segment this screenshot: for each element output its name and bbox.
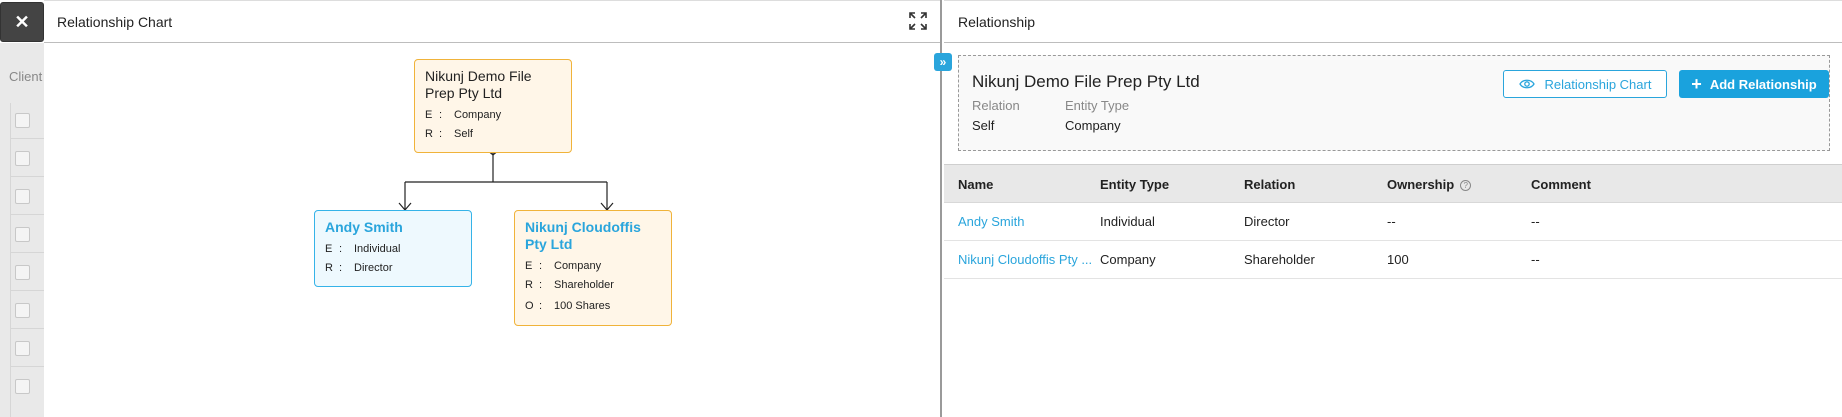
- cell-name[interactable]: Andy Smith: [958, 214, 1024, 229]
- cell-comment: --: [1531, 252, 1540, 267]
- node-row-entity: E: Individual: [325, 243, 401, 255]
- row-checkbox[interactable]: [15, 189, 30, 204]
- plus-icon: +: [1691, 74, 1702, 94]
- relationship-chart-panel: Relationship Chart Nikunj Demo File Prep…: [44, 0, 942, 417]
- relationship-panel: Relationship Nikunj Demo File Prep Pty L…: [944, 0, 1842, 417]
- node-name[interactable]: Nikunj Cloudoffis Pty Ltd: [525, 219, 661, 253]
- node-row-entity: E: Company: [525, 260, 602, 272]
- node-row-relation: R: Shareholder: [525, 279, 614, 291]
- row-checkbox[interactable]: [15, 341, 30, 356]
- entity-type-value: Company: [1065, 118, 1121, 133]
- cell-comment: --: [1531, 214, 1540, 229]
- node-row-entity: E: Company: [425, 109, 502, 121]
- relationship-chart-button[interactable]: Relationship Chart: [1503, 70, 1667, 98]
- row-checkbox[interactable]: [15, 379, 30, 394]
- row-checkbox[interactable]: [15, 151, 30, 166]
- column-header-relation[interactable]: Relation: [1244, 177, 1295, 192]
- node-row-ownership: O:100 Shares: [525, 300, 611, 312]
- relationship-panel-title: Relationship: [958, 14, 1036, 30]
- child-node-andy-smith[interactable]: Andy Smith E: Individual R: Director: [314, 210, 472, 287]
- cell-ownership: --: [1387, 214, 1396, 229]
- row-divider: [10, 290, 44, 291]
- relation-label: Relation: [972, 98, 1020, 113]
- cell-entity-type: Individual: [1100, 214, 1155, 229]
- row-divider: [10, 252, 44, 253]
- row-checkbox[interactable]: [15, 303, 30, 318]
- row-divider: [10, 328, 44, 329]
- relationship-chart-button-label: Relationship Chart: [1544, 76, 1652, 92]
- entity-name: Nikunj Demo File Prep Pty Ltd: [972, 72, 1200, 91]
- relation-value: Self: [972, 118, 995, 133]
- child-node-nikunj-cloudoffis[interactable]: Nikunj Cloudoffis Pty Ltd E: Company R: Sh…: [514, 210, 672, 326]
- table-row[interactable]: Nikunj Cloudoffis Pty ... Company Shareh…: [944, 241, 1842, 279]
- eye-icon: [1518, 79, 1535, 89]
- row-divider: [10, 176, 44, 177]
- help-icon[interactable]: ?: [1460, 180, 1472, 191]
- column-header-comment[interactable]: Comment: [1531, 177, 1591, 192]
- collapse-panel-icon[interactable]: »: [934, 53, 952, 71]
- column-header-name[interactable]: Name: [958, 177, 993, 192]
- table-row[interactable]: Andy Smith Individual Director -- --: [944, 203, 1842, 241]
- cell-name[interactable]: Nikunj Cloudoffis Pty ...: [958, 252, 1092, 267]
- node-name[interactable]: Andy Smith: [325, 219, 461, 236]
- root-node[interactable]: Nikunj Demo File Prep Pty Ltd E: Company …: [414, 59, 572, 153]
- add-relationship-button[interactable]: + Add Relationship: [1679, 70, 1829, 98]
- cell-relation: Director: [1244, 214, 1290, 229]
- node-name: Nikunj Demo File Prep Pty Ltd: [425, 68, 532, 101]
- row-checkbox[interactable]: [15, 227, 30, 242]
- client-label: Client: [9, 69, 43, 84]
- row-divider: [10, 366, 44, 367]
- cell-relation: Shareholder: [1244, 252, 1315, 267]
- column-header-ownership[interactable]: Ownership?: [1387, 177, 1472, 192]
- relationship-panel-header: Relationship: [944, 0, 1842, 43]
- node-row-relation: R: Director: [325, 262, 393, 274]
- background-app: Client: [0, 43, 44, 417]
- row-divider: [10, 214, 44, 215]
- node-row-relation: R: Self: [425, 128, 473, 140]
- cell-ownership: 100: [1387, 252, 1409, 267]
- relationship-table: Name Entity Type Relation Ownership? Com…: [944, 164, 1842, 279]
- add-relationship-button-label: Add Relationship: [1709, 76, 1817, 92]
- cell-entity-type: Company: [1100, 252, 1156, 267]
- row-divider: [10, 138, 44, 139]
- row-checkbox[interactable]: [15, 113, 30, 128]
- table-header: Name Entity Type Relation Ownership? Com…: [944, 164, 1842, 203]
- entity-summary-card: Nikunj Demo File Prep Pty Ltd Relation S…: [958, 55, 1830, 151]
- entity-type-label: Entity Type: [1065, 98, 1130, 113]
- column-header-entity-type[interactable]: Entity Type: [1100, 177, 1169, 192]
- row-checkbox[interactable]: [15, 265, 30, 280]
- close-button[interactable]: ✕: [0, 2, 44, 42]
